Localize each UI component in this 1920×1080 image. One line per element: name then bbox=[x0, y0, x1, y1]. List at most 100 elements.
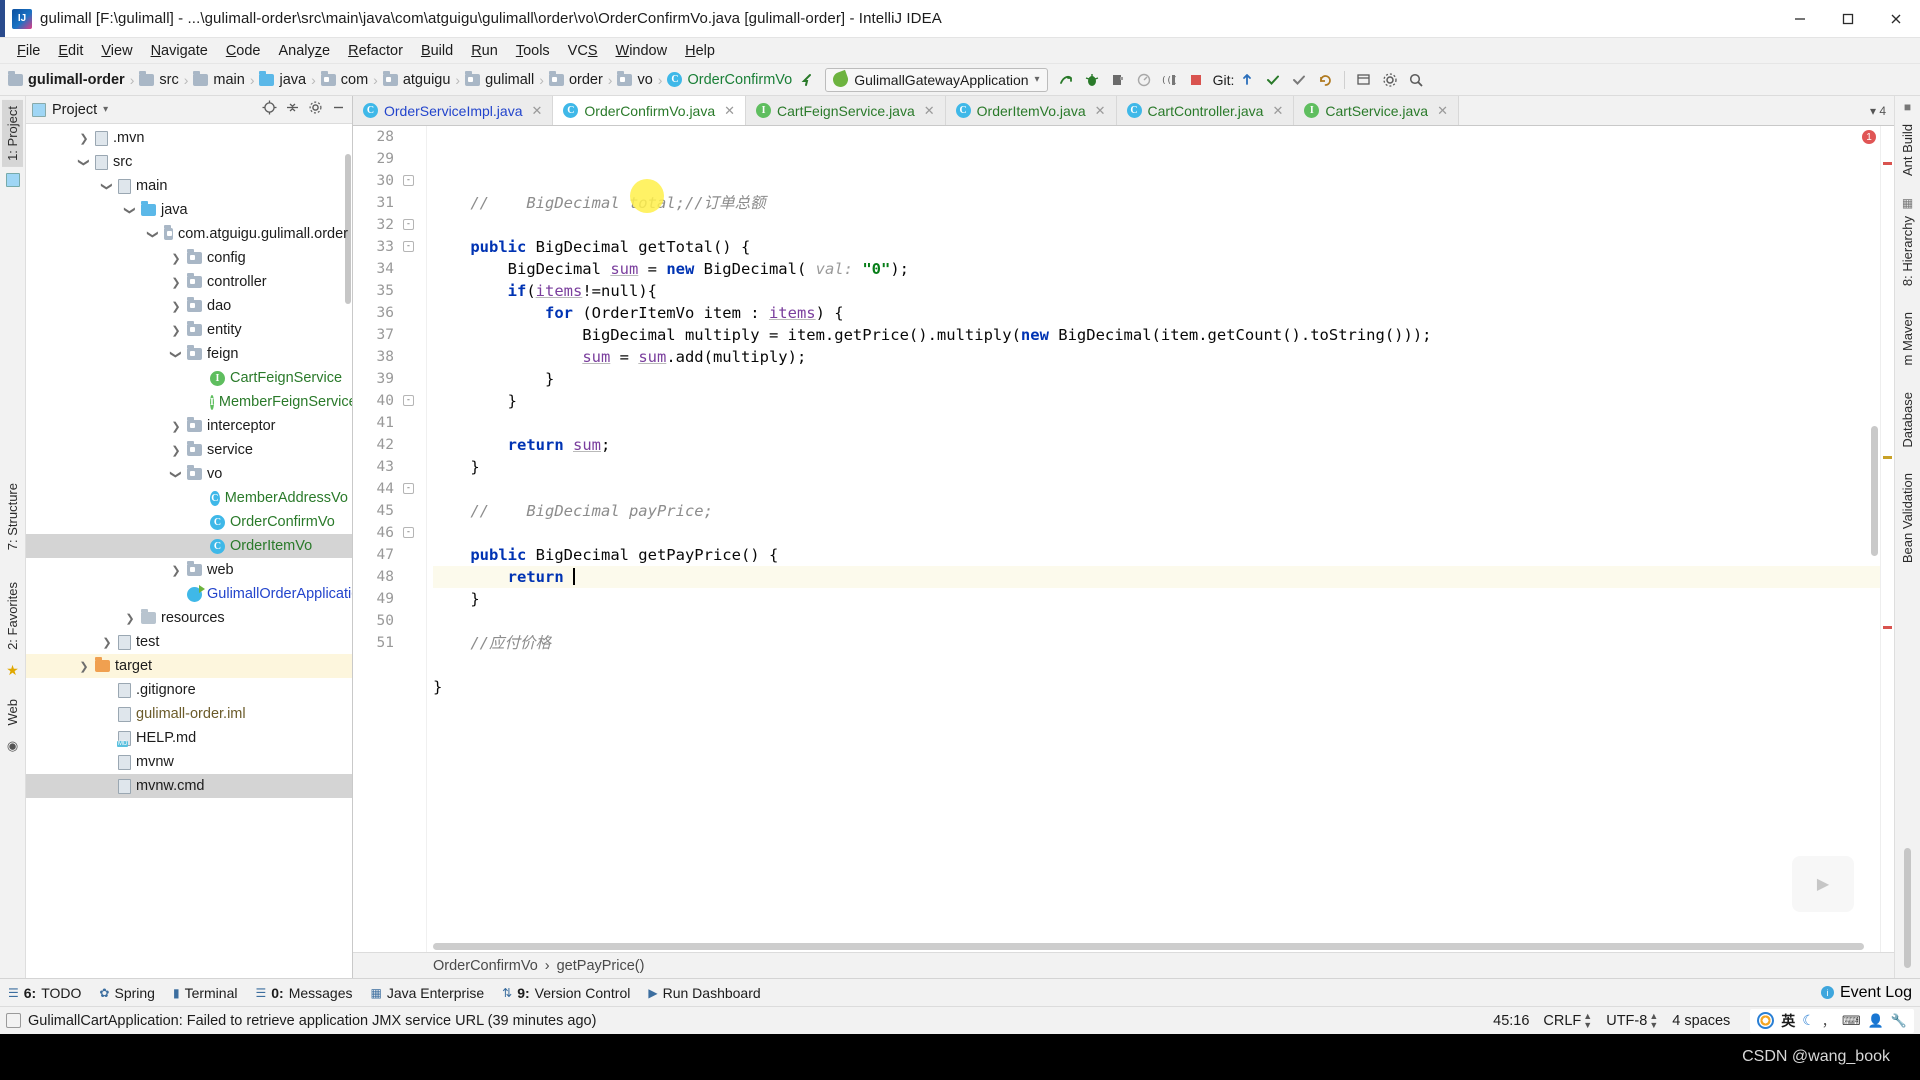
chevron-down-icon[interactable]: ❯ bbox=[147, 228, 160, 240]
chevron-right-icon[interactable]: ❯ bbox=[78, 660, 90, 673]
chevron-right-icon[interactable]: ❯ bbox=[170, 300, 182, 313]
search-everywhere-icon[interactable] bbox=[1351, 67, 1377, 93]
code-line-34[interactable]: BigDecimal multiply = item.getPrice().mu… bbox=[433, 324, 1894, 346]
chevron-right-icon[interactable]: ❯ bbox=[170, 444, 182, 457]
code-line-40[interactable]: } bbox=[433, 456, 1894, 478]
chevron-right-icon[interactable]: ❯ bbox=[170, 324, 182, 337]
tree-node-web[interactable]: ❯ web bbox=[26, 558, 352, 582]
code-line-31[interactable]: BigDecimal sum = new BigDecimal( val: "0… bbox=[433, 258, 1894, 280]
editor-tab-close-icon[interactable]: ✕ bbox=[1272, 103, 1283, 119]
line-separator-selector[interactable]: CRLF ▲ ▼ bbox=[1543, 1011, 1592, 1030]
code-line-35[interactable]: sum = sum.add(multiply); bbox=[433, 346, 1894, 368]
run-with-coverage-button[interactable] bbox=[1105, 67, 1131, 93]
tree-node-service[interactable]: ❯ service bbox=[26, 438, 352, 462]
tree-node-mvnw-cmd[interactable]: mvnw.cmd bbox=[26, 774, 352, 798]
gutter-line-50[interactable]: 50 bbox=[353, 610, 426, 632]
gutter-line-31[interactable]: 31 bbox=[353, 192, 426, 214]
chevron-right-icon[interactable]: ❯ bbox=[124, 612, 136, 625]
minimize-button[interactable] bbox=[1776, 0, 1824, 38]
tree-node-interceptor[interactable]: ❯ interceptor bbox=[26, 414, 352, 438]
code-line-37[interactable]: } bbox=[433, 390, 1894, 412]
chevron-down-icon[interactable]: ❯ bbox=[170, 348, 183, 360]
tree-node-memberaddressvo[interactable]: C MemberAddressVo bbox=[26, 486, 352, 510]
tool-window-spring[interactable]: ✿ Spring bbox=[99, 985, 155, 1001]
code-fold-toggle-icon[interactable]: - bbox=[403, 175, 414, 186]
search-icon[interactable] bbox=[1403, 67, 1429, 93]
right-strip-scrollbar[interactable] bbox=[1904, 848, 1911, 968]
chevron-right-icon[interactable]: ❯ bbox=[170, 420, 182, 433]
tree-node-dao[interactable]: ❯ dao bbox=[26, 294, 352, 318]
menu-item-analyze[interactable]: Analyze bbox=[270, 41, 340, 61]
tree-node-main[interactable]: ❯ main bbox=[26, 174, 352, 198]
code-line-41[interactable] bbox=[433, 478, 1894, 500]
tree-node-mvnw[interactable]: mvnw bbox=[26, 750, 352, 774]
navbar-crumb-order[interactable]: order bbox=[547, 70, 605, 88]
gutter-line-30[interactable]: 30 bbox=[353, 170, 426, 192]
tree-node-memberfeignservice[interactable]: I MemberFeignService bbox=[26, 390, 352, 414]
git-revert-icon[interactable] bbox=[1312, 67, 1338, 93]
gutter-line-51[interactable]: 51 bbox=[353, 632, 426, 654]
gutter-line-34[interactable]: 34 bbox=[353, 258, 426, 280]
menu-item-run[interactable]: Run bbox=[462, 41, 507, 61]
tool-window-todo[interactable]: ☰ 6: TODO bbox=[8, 985, 81, 1001]
sidebar-item-structure[interactable]: 7: Structure bbox=[2, 477, 23, 556]
chevron-right-icon[interactable]: ❯ bbox=[170, 252, 182, 265]
editor-horizontal-scrollbar[interactable] bbox=[433, 943, 1864, 950]
editor-tab-overflow[interactable]: ▾ 4 bbox=[1861, 96, 1894, 125]
tool-window-java-enterprise[interactable]: ▦ Java Enterprise bbox=[371, 985, 485, 1001]
tree-node-vo[interactable]: ❯ vo bbox=[26, 462, 352, 486]
gutter-line-33[interactable]: 33 bbox=[353, 236, 426, 258]
stripe-warning-mark[interactable] bbox=[1883, 456, 1892, 459]
code-line-46[interactable]: } bbox=[433, 588, 1894, 610]
code-fold-toggle-icon[interactable]: - bbox=[403, 483, 414, 494]
hide-panel-icon[interactable] bbox=[331, 100, 346, 120]
sidebar-item-web[interactable]: Web bbox=[2, 693, 23, 732]
ime-punctuation-icon[interactable]: ， bbox=[1822, 1011, 1835, 1030]
chevron-down-icon[interactable]: ❯ bbox=[170, 468, 183, 480]
editor-tab-close-icon[interactable]: ✕ bbox=[1437, 103, 1448, 119]
tree-node-entity[interactable]: ❯ entity bbox=[26, 318, 352, 342]
gutter-line-38[interactable]: 38 bbox=[353, 346, 426, 368]
tool-window-run-dashboard[interactable]: ▶ Run Dashboard bbox=[648, 985, 760, 1001]
ime-person-icon[interactable]: 👤 bbox=[1868, 1013, 1884, 1029]
menu-item-edit[interactable]: Edit bbox=[49, 41, 92, 61]
tool-window-terminal[interactable]: ▮ Terminal bbox=[173, 985, 238, 1001]
tree-node-feign[interactable]: ❯ feign bbox=[26, 342, 352, 366]
navbar-crumb-gulimall-order[interactable]: gulimall-order bbox=[6, 70, 127, 88]
gutter-line-45[interactable]: 45 bbox=[353, 500, 426, 522]
gutter-line-36[interactable]: 36 bbox=[353, 302, 426, 324]
run-button[interactable] bbox=[1053, 67, 1079, 93]
ime-language-label[interactable]: 英 bbox=[1781, 1011, 1795, 1031]
gutter-line-41[interactable]: 41 bbox=[353, 412, 426, 434]
gutter-line-46[interactable]: 46 bbox=[353, 522, 426, 544]
code-line-47[interactable] bbox=[433, 610, 1894, 632]
editor-tab-orderconfirmvo[interactable]: C OrderConfirmVo.java ✕ bbox=[553, 96, 747, 125]
menu-item-navigate[interactable]: Navigate bbox=[142, 41, 217, 61]
gutter-line-49[interactable]: 49 bbox=[353, 588, 426, 610]
sidebar-item-favorites[interactable]: 2: Favorites bbox=[2, 576, 23, 656]
scroll-from-source-icon[interactable] bbox=[262, 100, 277, 120]
debug-button[interactable] bbox=[1079, 67, 1105, 93]
breadcrumb-method[interactable]: getPayPrice() bbox=[557, 958, 645, 974]
maximize-button[interactable] bbox=[1824, 0, 1872, 38]
profile-button[interactable] bbox=[1131, 67, 1157, 93]
editor-tab-cartservice[interactable]: I CartService.java ✕ bbox=[1294, 96, 1459, 125]
sidebar-item-project[interactable]: 1: Project bbox=[2, 100, 23, 167]
chevron-right-icon[interactable]: ❯ bbox=[170, 276, 182, 289]
panel-settings-gear-icon[interactable] bbox=[308, 100, 323, 120]
collapse-all-icon[interactable] bbox=[285, 100, 300, 120]
code-line-48[interactable]: //应付价格 bbox=[433, 632, 1894, 654]
code-line-30[interactable]: public BigDecimal getTotal() { bbox=[433, 236, 1894, 258]
gutter-line-39[interactable]: 39 bbox=[353, 368, 426, 390]
code-fold-toggle-icon[interactable]: - bbox=[403, 219, 414, 230]
editor-tab-cartcontroller[interactable]: C CartController.java ✕ bbox=[1116, 96, 1295, 125]
navbar-crumb-com[interactable]: com bbox=[319, 70, 370, 88]
code-fold-toggle-icon[interactable]: - bbox=[403, 395, 414, 406]
code-line-51[interactable] bbox=[433, 698, 1894, 720]
code-line-28[interactable]: // BigDecimal total;//订单总额 bbox=[433, 192, 1894, 214]
chevron-down-icon[interactable]: ❯ bbox=[124, 204, 137, 216]
tree-node-help-md[interactable]: HELP.md bbox=[26, 726, 352, 750]
gutter-line-47[interactable]: 47 bbox=[353, 544, 426, 566]
tree-node-gulimallorderapplication[interactable]: GulimallOrderApplication bbox=[26, 582, 352, 606]
code-line-32[interactable]: if(items!=null){ bbox=[433, 280, 1894, 302]
